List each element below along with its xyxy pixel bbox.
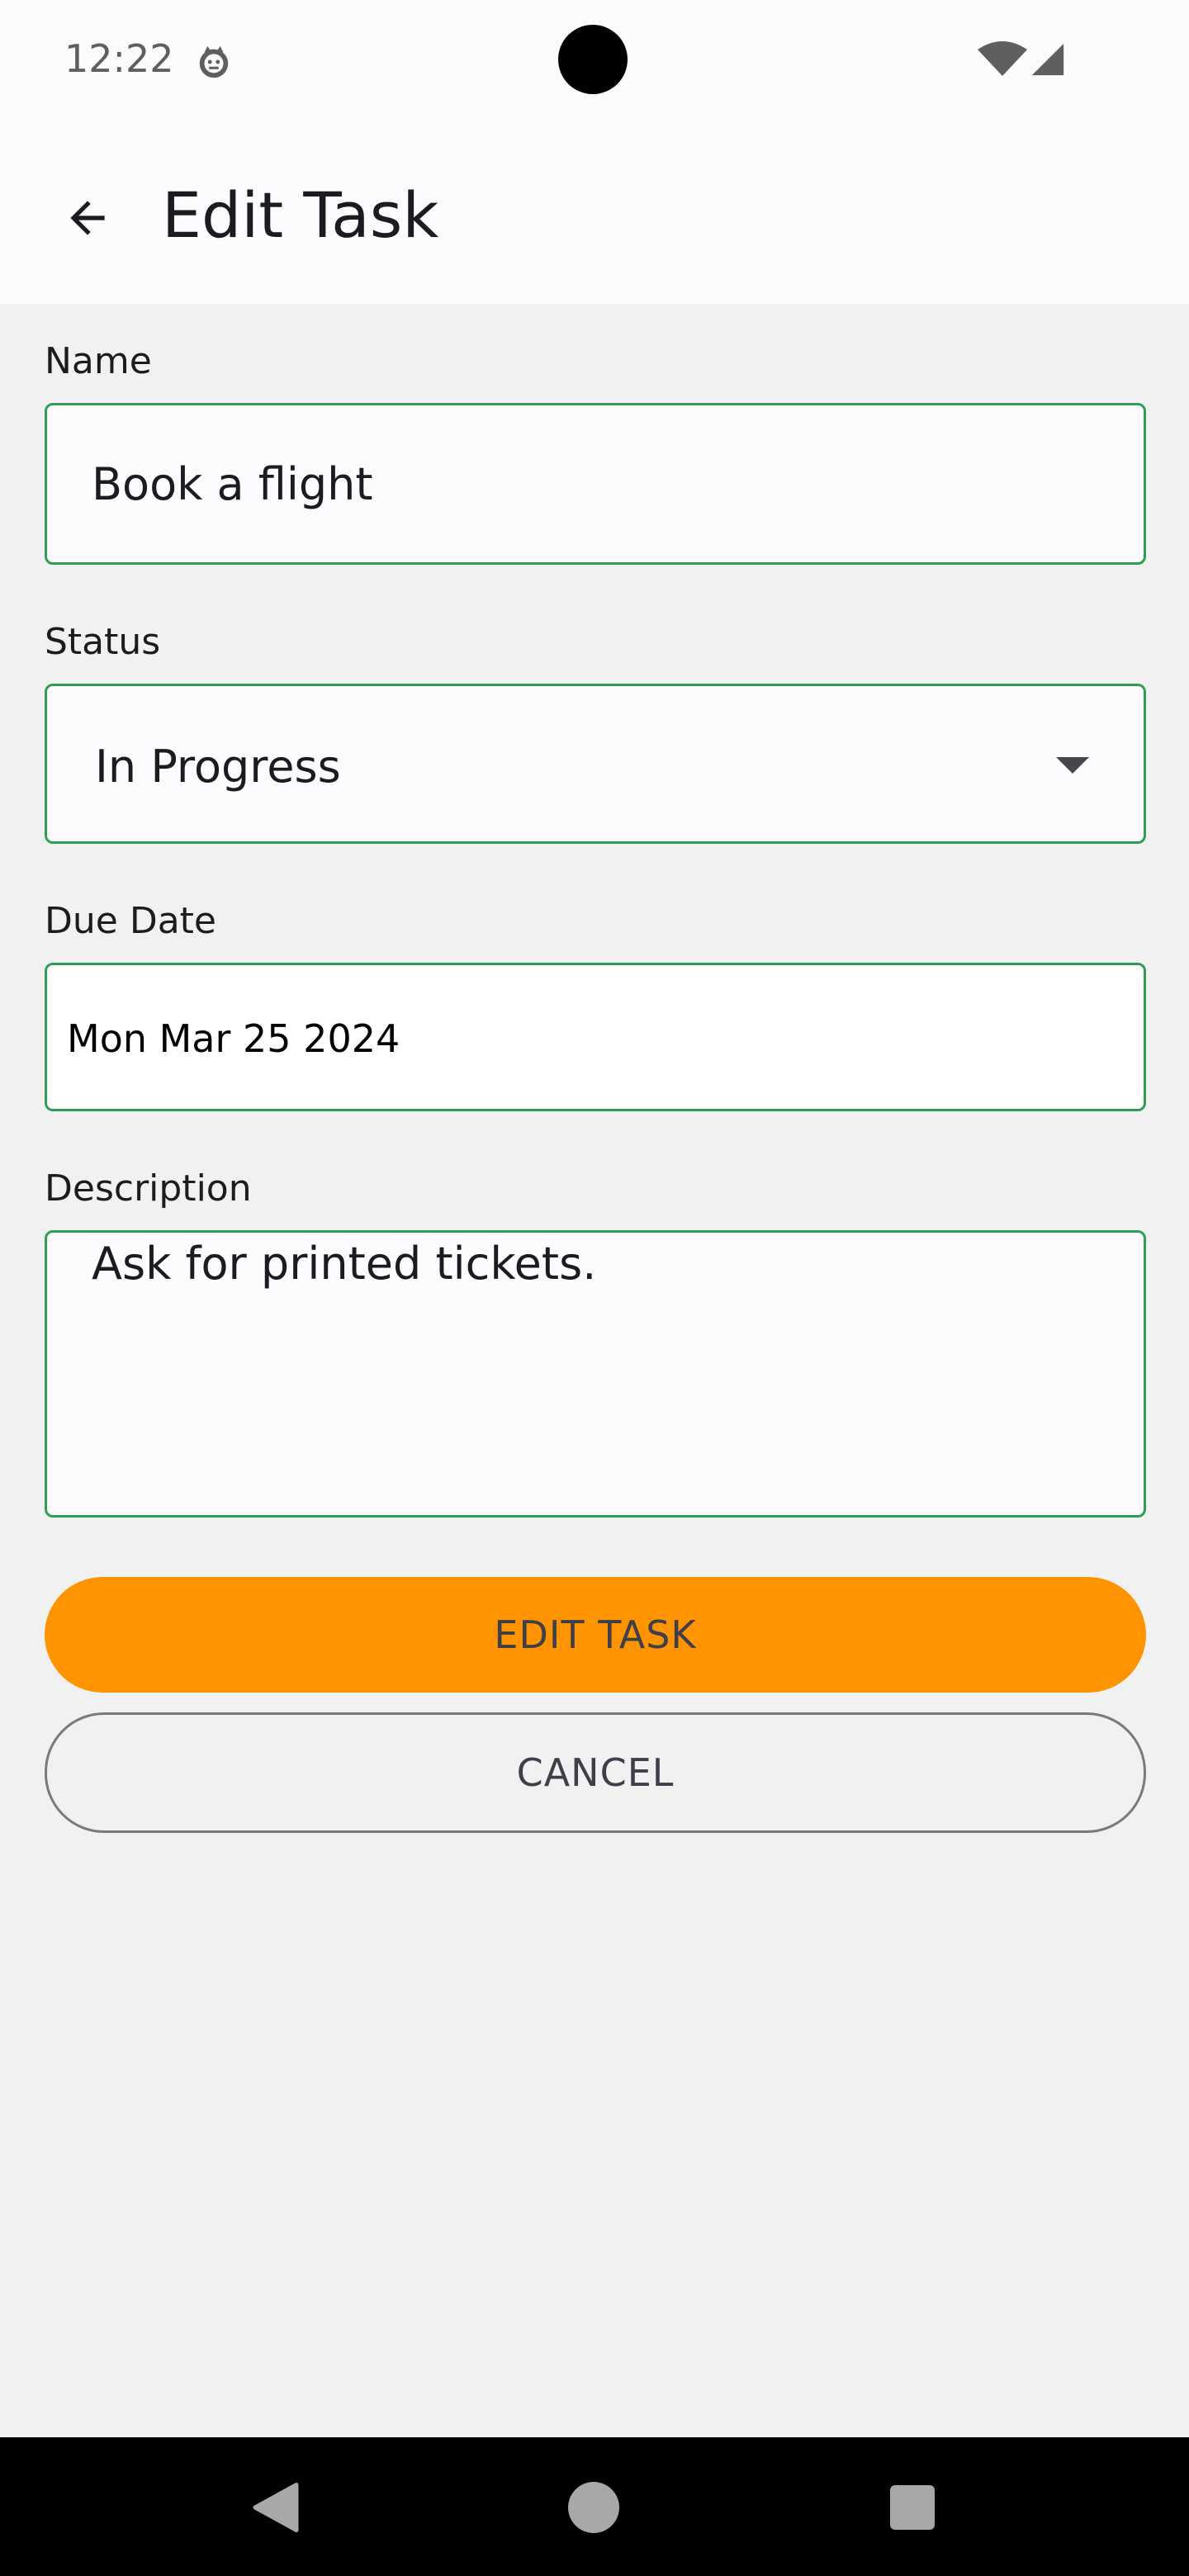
due-date-field[interactable]: Mon Mar 25 2024: [45, 963, 1146, 1111]
status-select[interactable]: In Progress: [45, 684, 1146, 844]
description-textarea[interactable]: Ask for printed tickets.: [92, 1238, 1119, 1290]
system-nav-bar: [0, 2437, 1189, 2576]
arrow-left-icon: [70, 201, 105, 235]
page-title: Edit Task: [162, 178, 439, 252]
name-input[interactable]: [92, 405, 1119, 562]
status-time: 12:22: [64, 36, 174, 81]
back-button[interactable]: [46, 177, 129, 259]
status-selected-value: In Progress: [95, 741, 341, 793]
notification-icon: [199, 45, 229, 78]
cancel-button[interactable]: CANCEL: [45, 1712, 1146, 1833]
nav-recents-icon[interactable]: [890, 2485, 935, 2530]
due-date-value: Mon Mar 25 2024: [67, 1016, 400, 1061]
top-app-bar: Edit Task: [0, 124, 1189, 304]
wifi-icon: [978, 41, 1027, 76]
nav-back-icon[interactable]: [251, 2482, 301, 2533]
description-label: Description: [45, 1167, 252, 1210]
nav-home-icon[interactable]: [568, 2482, 619, 2533]
description-field[interactable]: Ask for printed tickets.: [45, 1230, 1146, 1518]
due-date-label: Due Date: [45, 900, 216, 942]
edit-task-button[interactable]: EDIT TASK: [45, 1577, 1146, 1693]
status-bar: 12:22: [0, 0, 1189, 124]
app-screen: 12:22 Edit Task Name Status I: [0, 0, 1189, 2576]
chevron-down-icon[interactable]: [1056, 757, 1089, 774]
name-label: Name: [45, 340, 152, 382]
camera-cutout: [558, 25, 628, 94]
name-field[interactable]: [45, 403, 1146, 565]
cell-signal-icon: [1031, 43, 1064, 76]
status-label: Status: [45, 621, 161, 663]
